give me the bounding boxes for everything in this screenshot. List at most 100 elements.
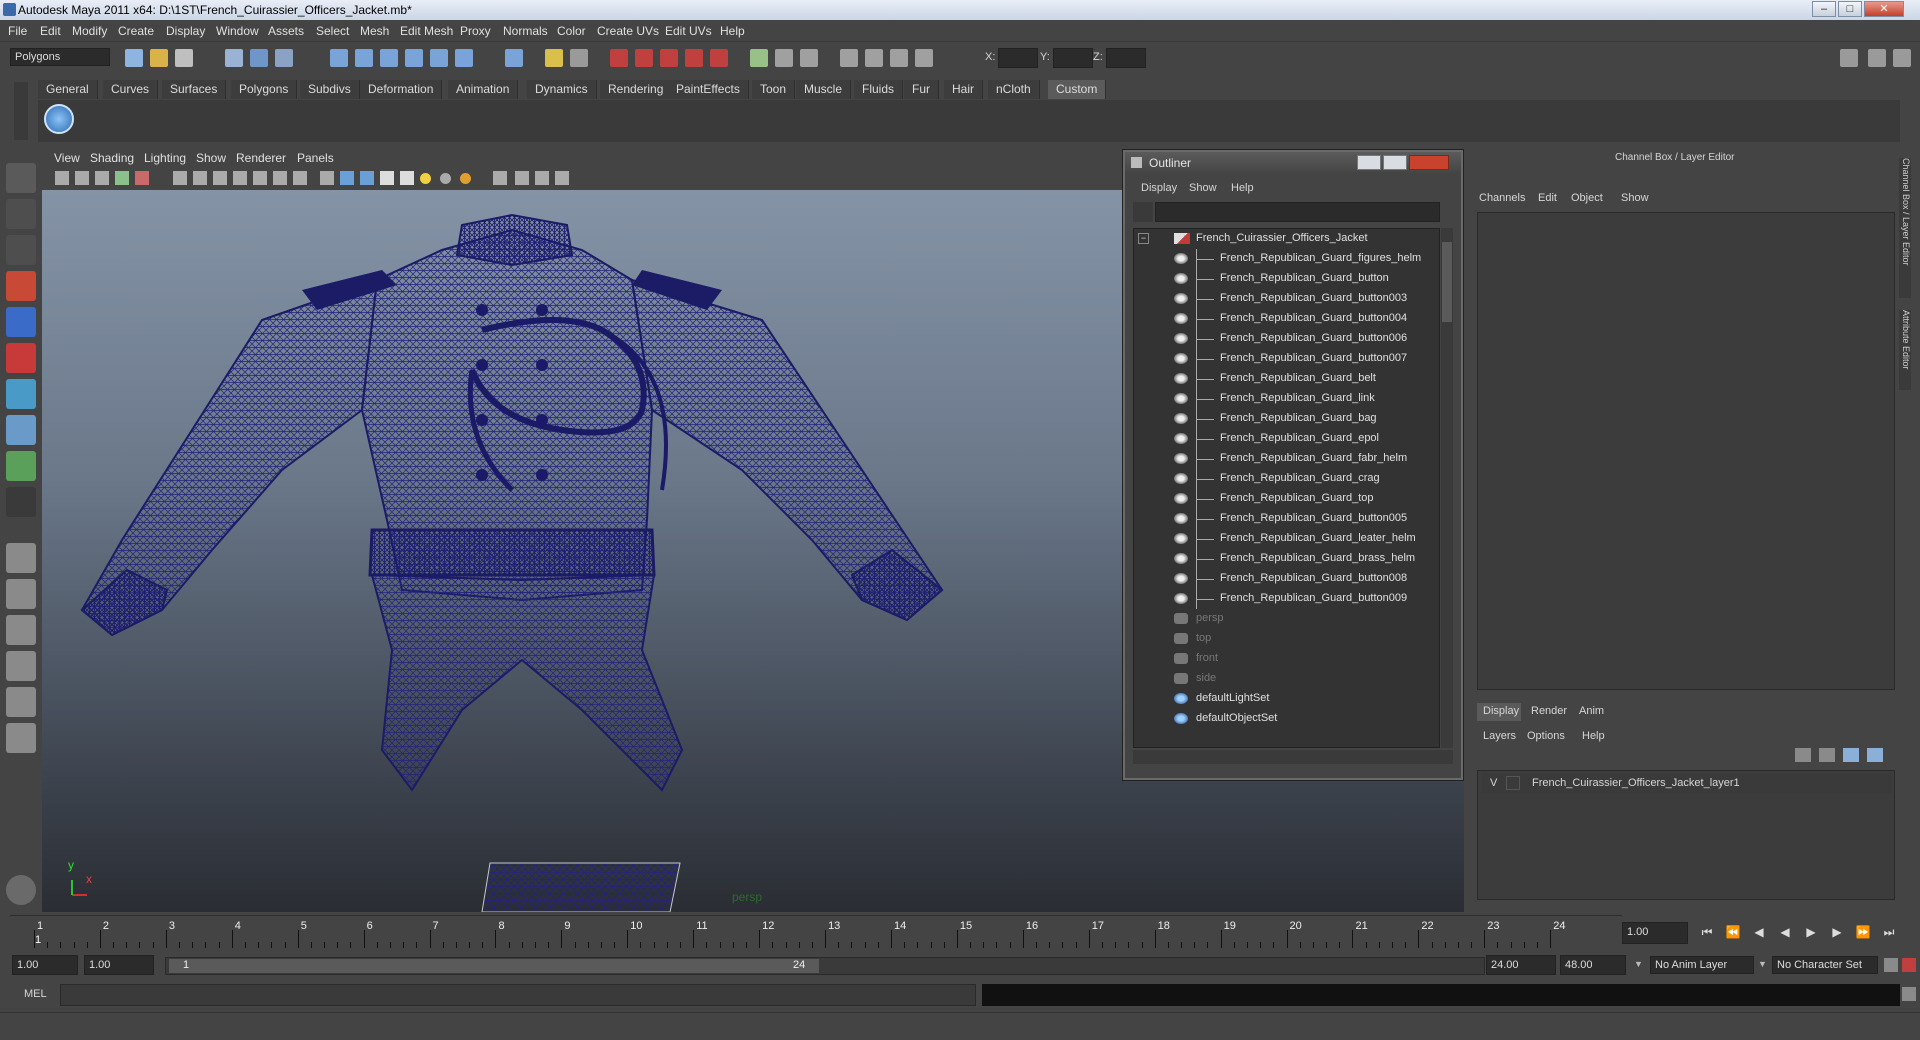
outliner-menu-help[interactable]: Help <box>1231 182 1254 194</box>
safe-title-icon[interactable] <box>293 171 307 185</box>
layer-visibility-toggle[interactable]: V <box>1490 777 1497 789</box>
shelf-tab-ncloth[interactable]: nCloth <box>988 80 1040 99</box>
outliner-row-set[interactable]: defaultObjectSet <box>1134 709 1439 729</box>
render-settings-icon[interactable] <box>660 49 678 67</box>
layer-tab-anim[interactable]: Anim <box>1573 703 1617 721</box>
toggle-panel-icon[interactable] <box>1840 49 1858 67</box>
grid-icon[interactable] <box>890 49 908 67</box>
select-object-icon[interactable] <box>250 49 268 67</box>
playback-start-field[interactable]: 1.00 <box>84 955 154 975</box>
outliner-close-button[interactable] <box>1409 155 1449 170</box>
smooth-shade-icon[interactable] <box>340 171 354 185</box>
high-quality-icon[interactable] <box>460 173 471 184</box>
four-view-layout-icon[interactable] <box>6 579 36 609</box>
viewport-menu-shading[interactable]: Shading <box>90 151 134 165</box>
tool-settings-icon[interactable] <box>1893 49 1911 67</box>
shelf-tab-surfaces[interactable]: Surfaces <box>162 80 227 99</box>
select-component-icon[interactable] <box>275 49 293 67</box>
textured-icon[interactable] <box>380 171 394 185</box>
outliner-row-child[interactable]: French_Republican_Guard_top <box>1134 489 1439 509</box>
film-gate-icon[interactable] <box>193 171 207 185</box>
select-tool-icon[interactable] <box>6 163 36 193</box>
render-view-icon[interactable] <box>710 49 728 67</box>
scale-tool-icon[interactable] <box>6 343 36 373</box>
channel-box-menu-show[interactable]: Show <box>1621 192 1649 204</box>
isolate-select-icon[interactable] <box>493 171 507 185</box>
layer-tab-display[interactable]: Display <box>1477 703 1521 721</box>
camera-select-icon[interactable] <box>55 171 69 185</box>
rotate-tool-icon[interactable] <box>6 307 36 337</box>
ipr-render-icon[interactable] <box>635 49 653 67</box>
outliner-title-bar[interactable]: Outliner <box>1125 152 1461 174</box>
shelf-tab-animation[interactable]: Animation <box>448 80 519 99</box>
outliner-row-camera[interactable]: side <box>1134 669 1439 689</box>
camera-icon[interactable] <box>915 49 933 67</box>
mode-select[interactable]: Polygons <box>10 48 110 66</box>
input-lock-icon[interactable] <box>545 49 563 67</box>
outliner-row-child[interactable]: French_Republican_Guard_bag <box>1134 409 1439 429</box>
menu-color[interactable]: Color <box>557 24 586 38</box>
anim-layer-dropdown-icon[interactable]: ▼ <box>1634 959 1644 971</box>
xray-joints-icon[interactable] <box>515 171 529 185</box>
camera-attr-icon[interactable] <box>75 171 89 185</box>
outliner-minimize-button[interactable] <box>1357 155 1381 170</box>
outliner-row-root[interactable]: − French_Cuirassier_Officers_Jacket <box>1134 229 1439 249</box>
outliner-row-child[interactable]: French_Republican_Guard_button007 <box>1134 349 1439 369</box>
manipulator-tool-icon[interactable] <box>6 379 36 409</box>
wireframe-icon[interactable] <box>865 49 883 67</box>
wireframe-mode-icon[interactable] <box>320 171 334 185</box>
snap-live-icon[interactable] <box>430 49 448 67</box>
playback-end-field[interactable]: 24.00 <box>1486 955 1556 975</box>
use-all-lights-icon[interactable] <box>400 171 414 185</box>
outliner-row-child[interactable]: French_Republican_Guard_epol <box>1134 429 1439 449</box>
paint-select-tool-icon[interactable] <box>6 235 36 265</box>
outliner-row-child[interactable]: French_Republican_Guard_crag <box>1134 469 1439 489</box>
move-layer-down-icon[interactable] <box>1867 748 1883 762</box>
animation-prefs-icon[interactable] <box>1902 958 1916 972</box>
safe-action-icon[interactable] <box>273 171 287 185</box>
shelf-tab-general[interactable]: General <box>38 80 98 99</box>
shadows-icon[interactable] <box>440 173 451 184</box>
viewport-menu-show[interactable]: Show <box>196 151 226 165</box>
backface-icon[interactable] <box>535 171 549 185</box>
menu-window[interactable]: Window <box>216 24 259 38</box>
outliner-vertical-scrollbar[interactable] <box>1441 228 1453 748</box>
menu-create-uvs[interactable]: Create UVs <box>597 24 659 38</box>
bookmark-icon[interactable] <box>95 171 109 185</box>
shelf-tab-painteffects[interactable]: PaintEffects <box>668 80 749 99</box>
menu-file[interactable]: File <box>8 24 27 38</box>
close-button[interactable]: ✕ <box>1864 1 1904 17</box>
viewport-menu-lighting[interactable]: Lighting <box>144 151 186 165</box>
outliner-row-child[interactable]: French_Republican_Guard_brass_helm <box>1134 549 1439 569</box>
shelf-tab-fur[interactable]: Fur <box>904 80 939 99</box>
collapse-icon[interactable]: − <box>1138 233 1149 244</box>
grid-toggle-icon[interactable] <box>173 171 187 185</box>
shelf-tab-hair[interactable]: Hair <box>944 80 984 99</box>
soft-mod-tool-icon[interactable] <box>6 415 36 445</box>
outliner-row-child[interactable]: French_Republican_Guard_button009 <box>1134 589 1439 609</box>
channel-box-side-tab[interactable]: Channel Box / Layer Editor <box>1899 158 1911 298</box>
time-slider[interactable]: 1 2 3 4 5 6 7 8 9 10 11 12 13 14 15 16 17 18 19 20 21 22 23 24 … <box>10 915 1622 949</box>
uv-layout-icon[interactable] <box>6 723 36 753</box>
new-scene-icon[interactable] <box>125 49 143 67</box>
maximize-button[interactable]: □ <box>1838 1 1862 17</box>
menu-select[interactable]: Select <box>316 24 349 38</box>
default-light-icon[interactable] <box>420 173 431 184</box>
layer-tab-render[interactable]: Render <box>1525 703 1569 721</box>
z-field[interactable] <box>1106 48 1146 68</box>
layer-name[interactable]: French_Cuirassier_Officers_Jacket_layer1 <box>1532 777 1740 789</box>
shelf-tab-subdivs[interactable]: Subdivs <box>300 80 360 99</box>
outliner-row-child[interactable]: French_Republican_Guard_button004 <box>1134 309 1439 329</box>
mel-command-input[interactable] <box>60 984 976 1006</box>
outliner-row-child[interactable]: French_Republican_Guard_button005 <box>1134 509 1439 529</box>
open-scene-icon[interactable] <box>150 49 168 67</box>
outliner-row-child[interactable]: French_Republican_Guard_link <box>1134 389 1439 409</box>
play-backwards-icon[interactable]: ◀ <box>1774 925 1796 943</box>
menu-display[interactable]: Display <box>166 24 205 38</box>
auto-key-icon[interactable] <box>1884 958 1898 972</box>
character-set-select[interactable]: No Character Set <box>1772 956 1878 974</box>
x-field[interactable] <box>998 48 1038 68</box>
snap-grid-icon[interactable] <box>330 49 348 67</box>
viewport-menu-view[interactable]: View <box>54 151 80 165</box>
layer-row[interactable]: V French_Cuirassier_Officers_Jacket_laye… <box>1482 773 1892 793</box>
